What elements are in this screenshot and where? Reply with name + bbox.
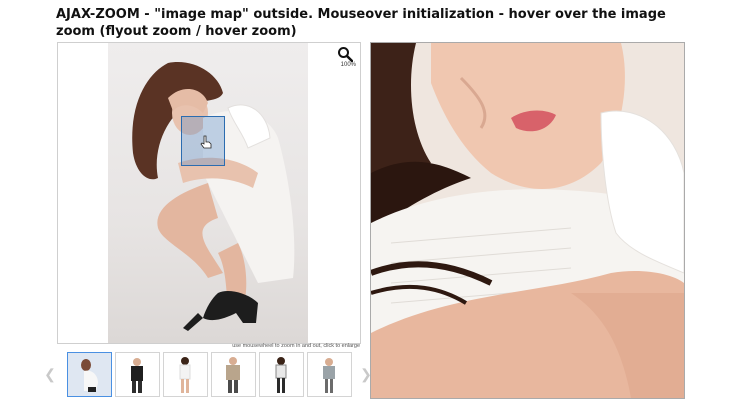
thumbnail[interactable] [67, 352, 112, 397]
thumbnail[interactable] [211, 352, 256, 397]
thumbnail[interactable] [163, 352, 208, 397]
hand-cursor-icon [200, 135, 212, 149]
zoom-hint-text: use mousewheel to zoom in and out, click… [232, 343, 360, 349]
zoomed-model-closeup [371, 43, 684, 398]
chevron-left-icon[interactable]: ❮ [44, 366, 56, 382]
zoom-level-label: 100% [340, 62, 356, 68]
thumbnail[interactable] [307, 352, 352, 397]
model-illustration [132, 62, 295, 331]
thumbnail[interactable] [115, 352, 160, 397]
image-viewer[interactable]: 100% [57, 42, 361, 344]
thumbnail-gallery: ❮ ❯ [44, 352, 372, 398]
page-title: AJAX-ZOOM - "image map" outside. Mouseov… [56, 7, 666, 39]
magnifier-zoom-icon[interactable] [334, 45, 356, 63]
thumbnail[interactable] [259, 352, 304, 397]
flyout-zoom-view[interactable] [370, 42, 685, 399]
model-photo[interactable] [108, 43, 308, 343]
